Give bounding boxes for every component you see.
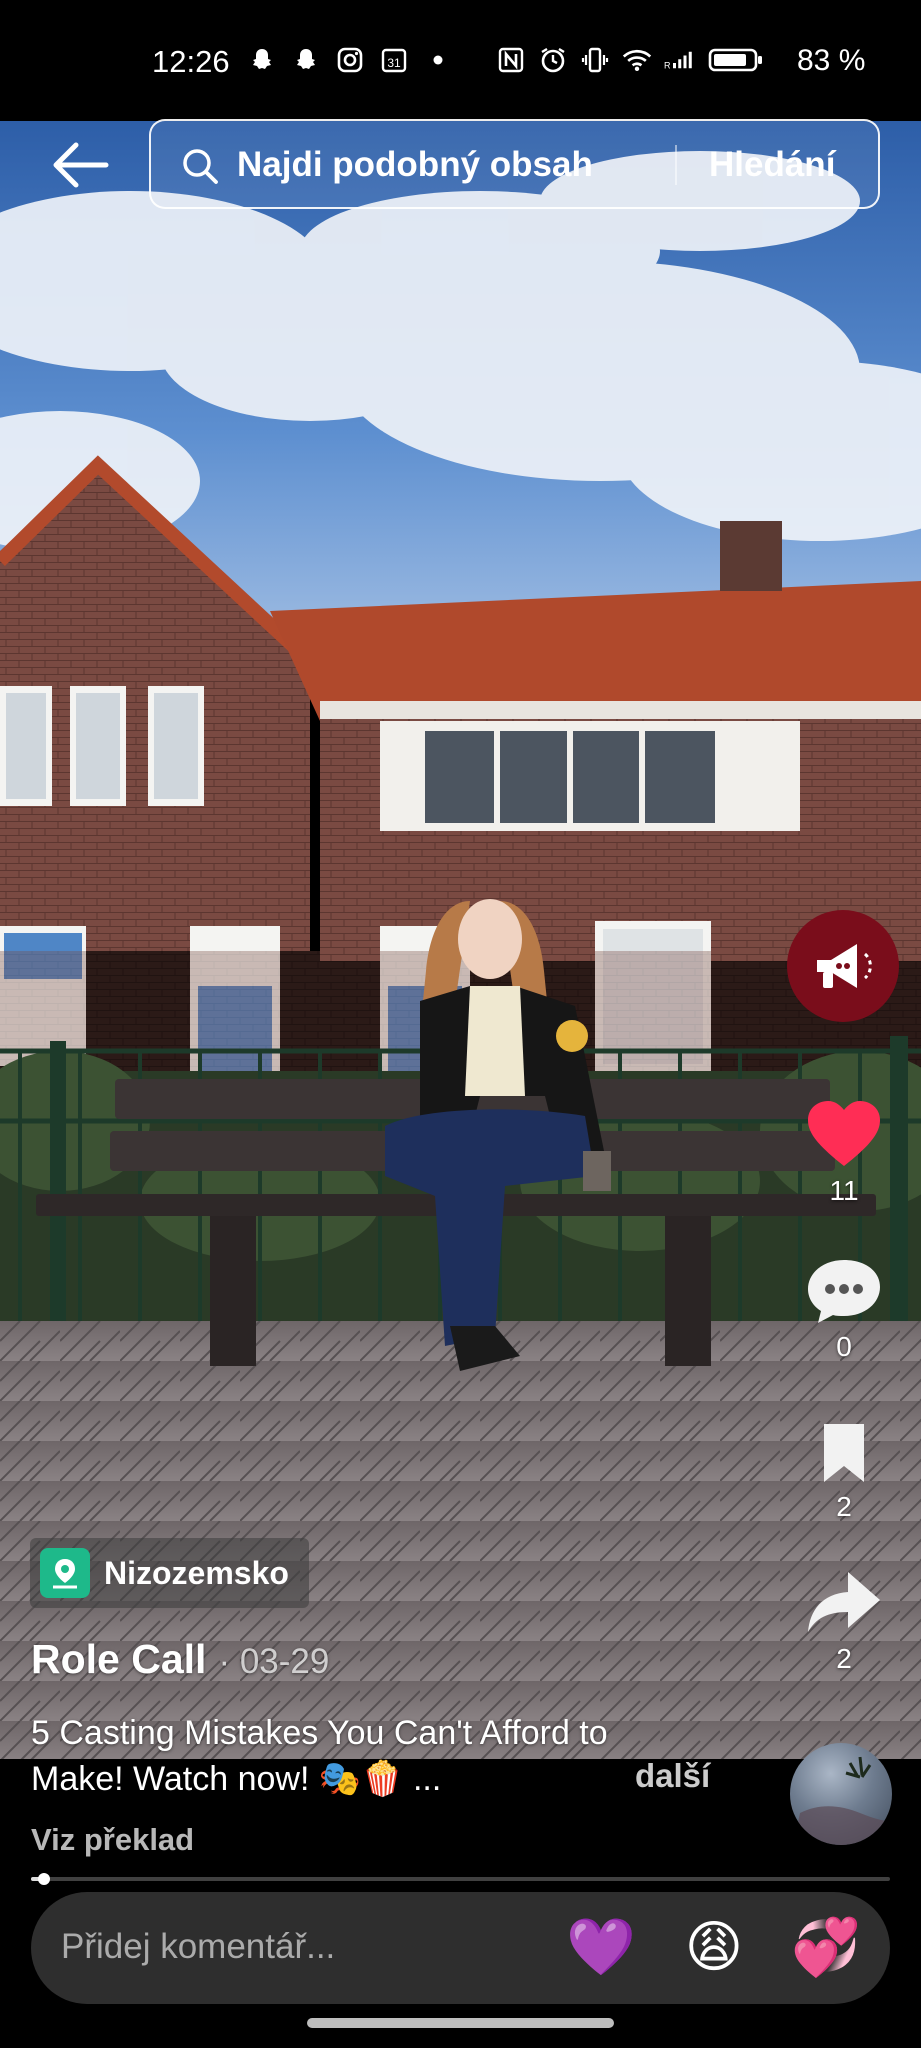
save-button[interactable]: 2	[800, 1420, 888, 1523]
emoji-revolving-hearts-button[interactable]: 💞	[791, 1912, 861, 1982]
save-count: 2	[836, 1491, 852, 1522]
promote-button[interactable]	[787, 910, 899, 1022]
share-button[interactable]: 2	[800, 1566, 888, 1675]
back-button[interactable]	[48, 140, 112, 190]
arrow-left-icon	[53, 142, 109, 188]
translate-link[interactable]: Viz překlad	[31, 1822, 194, 1858]
bookmark-icon	[824, 1424, 864, 1482]
comment-bar[interactable]: Přidej komentář... 💜 😩 💞	[31, 1892, 890, 2004]
status-notification-icons: 31	[247, 45, 453, 75]
video-progress-bar[interactable]	[31, 1873, 890, 1885]
more-link[interactable]: další	[635, 1757, 710, 1795]
battery-icon	[706, 45, 766, 75]
location-label: Nizozemsko	[104, 1554, 289, 1591]
nfc-icon	[496, 45, 526, 75]
home-indicator[interactable]	[307, 2018, 614, 2028]
comment-button[interactable]: 0	[800, 1256, 888, 1363]
status-system-icons: R	[496, 45, 766, 75]
location-tag[interactable]: Nizozemsko	[30, 1538, 309, 1608]
search-bar[interactable]: Najdi podobný obsah Hledání	[149, 119, 880, 209]
alarm-icon	[538, 45, 568, 75]
video-frame	[0, 121, 921, 1759]
search-button[interactable]: Hledání	[709, 145, 835, 185]
calendar-day: 31	[387, 56, 401, 70]
comment-count: 0	[836, 1331, 852, 1362]
comment-icon	[808, 1260, 880, 1323]
avatar-image	[793, 1756, 892, 1845]
svg-text:R: R	[664, 60, 671, 70]
progress-handle[interactable]	[37, 1873, 50, 1885]
video-player[interactable]	[0, 121, 921, 1759]
emoji-purple-heart-button[interactable]: 💜	[566, 1912, 636, 1982]
author-name[interactable]: Role Call	[31, 1636, 206, 1683]
calendar-icon: 31	[379, 45, 409, 75]
music-disc-avatar[interactable]	[790, 1743, 892, 1845]
search-input[interactable]: Najdi podobný obsah	[237, 145, 593, 185]
heart-icon	[808, 1101, 880, 1166]
author-line: Role Call · 03-29	[31, 1636, 329, 1683]
share-arrow-icon	[808, 1572, 880, 1632]
post-caption[interactable]: 5 Casting Mistakes You Can't Afford to M…	[31, 1710, 691, 1802]
megaphone-icon	[817, 944, 872, 988]
signal-icon: R	[664, 45, 694, 75]
emoji-weary-face-button[interactable]: 😩	[679, 1912, 749, 1982]
wifi-icon	[622, 45, 652, 75]
instagram-icon	[335, 45, 365, 75]
comment-input[interactable]: Přidej komentář...	[61, 1927, 335, 1967]
vibrate-icon	[580, 45, 610, 75]
like-count: 11	[829, 1175, 859, 1206]
search-icon	[183, 149, 218, 184]
status-time: 12:26	[152, 44, 230, 79]
location-pin-icon	[40, 1548, 90, 1598]
share-count: 2	[836, 1643, 852, 1674]
post-date: · 03-29	[218, 1642, 330, 1681]
like-button[interactable]: 11	[800, 1098, 888, 1207]
battery-percent: 83 %	[797, 44, 866, 77]
dot-icon	[423, 45, 453, 75]
search-divider	[675, 145, 677, 185]
snapchat-icon	[291, 45, 321, 75]
status-bar: 12:26 31 R 83 %	[0, 0, 921, 121]
snapchat-icon	[247, 45, 277, 75]
